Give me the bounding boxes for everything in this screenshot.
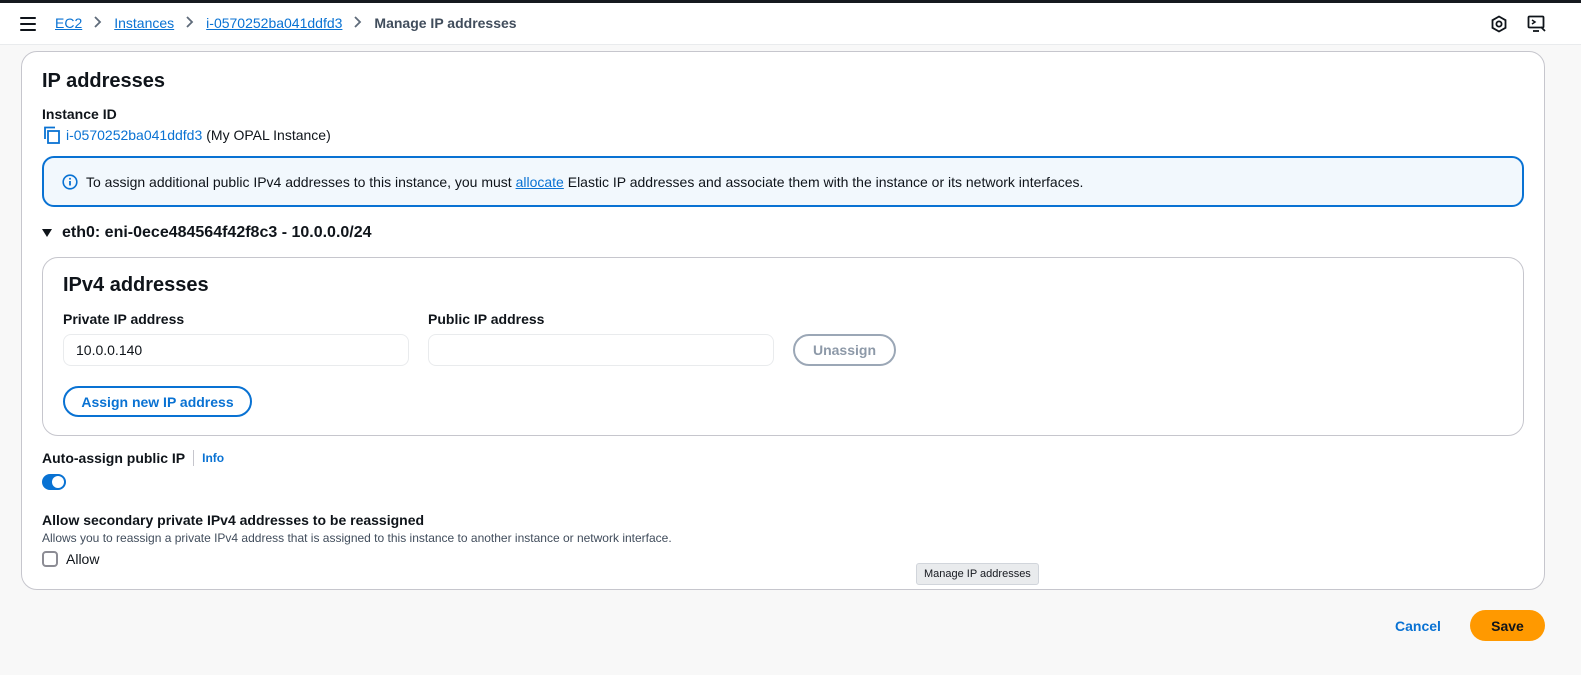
toggle-knob bbox=[52, 476, 64, 488]
ip-addresses-panel: IP addresses Instance ID i-0570252ba041d… bbox=[21, 51, 1545, 590]
divider bbox=[193, 450, 195, 466]
tooltip: Manage IP addresses bbox=[916, 563, 1039, 585]
allow-checkbox-row[interactable]: Allow bbox=[42, 551, 99, 567]
assign-new-ip-button[interactable]: Assign new IP address bbox=[63, 386, 252, 417]
allow-label: Allow bbox=[66, 551, 100, 567]
settings-hexagon-icon[interactable] bbox=[1490, 15, 1510, 35]
instance-id-row: i-0570252ba041ddfd3 (My OPAL Instance) bbox=[42, 125, 331, 145]
auto-assign-toggle[interactable] bbox=[42, 474, 66, 490]
breadcrumb-ec2[interactable]: EC2 bbox=[55, 15, 82, 31]
top-navigation-bar: EC2 Instances i-0570252ba041ddfd3 Manage… bbox=[0, 3, 1581, 45]
breadcrumb-instance-id[interactable]: i-0570252ba041ddfd3 bbox=[206, 15, 342, 31]
chevron-right-icon bbox=[94, 15, 102, 31]
instance-name: (My OPAL Instance) bbox=[206, 127, 331, 143]
public-ip-label: Public IP address bbox=[428, 311, 545, 327]
auto-assign-label-row: Auto-assign public IP Info bbox=[42, 450, 224, 466]
public-ip-input[interactable] bbox=[428, 334, 774, 366]
alert-text-after: Elastic IP addresses and associate them … bbox=[567, 173, 1084, 190]
display-icon[interactable] bbox=[1527, 15, 1547, 35]
info-link[interactable]: Info bbox=[202, 451, 224, 465]
alert-text-before: To assign additional public IPv4 address… bbox=[86, 173, 512, 190]
info-circle-icon bbox=[62, 173, 78, 190]
secondary-ip-title: Allow secondary private IPv4 addresses t… bbox=[42, 512, 425, 528]
private-ip-label: Private IP address bbox=[63, 311, 185, 327]
eth0-title: eth0: eni-0ece484564f42f8c3 - 10.0.0.0/2… bbox=[62, 224, 372, 241]
panel-title: IP addresses bbox=[42, 70, 166, 92]
chevron-right-icon bbox=[354, 15, 362, 31]
ipv4-title: IPv4 addresses bbox=[63, 274, 209, 296]
breadcrumb: EC2 Instances i-0570252ba041ddfd3 Manage… bbox=[55, 15, 517, 31]
instance-id-link[interactable]: i-0570252ba041ddfd3 bbox=[66, 127, 202, 143]
cancel-button[interactable]: Cancel bbox=[1384, 610, 1452, 641]
allow-checkbox[interactable] bbox=[42, 551, 58, 567]
breadcrumb-instances[interactable]: Instances bbox=[114, 15, 174, 31]
allocate-link[interactable]: allocate bbox=[516, 174, 564, 190]
info-alert: To assign additional public IPv4 address… bbox=[42, 156, 1524, 207]
eth0-expand-toggle[interactable]: eth0: eni-0ece484564f42f8c3 - 10.0.0.0/2… bbox=[42, 224, 372, 242]
ipv4-addresses-box: IPv4 addresses Private IP address Public… bbox=[42, 257, 1524, 436]
caret-down-icon bbox=[42, 229, 52, 237]
private-ip-input[interactable] bbox=[63, 334, 409, 366]
menu-icon[interactable] bbox=[20, 17, 36, 31]
copy-icon[interactable] bbox=[42, 125, 62, 145]
save-button[interactable]: Save bbox=[1470, 610, 1545, 641]
secondary-ip-description: Allows you to reassign a private IPv4 ad… bbox=[42, 531, 672, 545]
auto-assign-label: Auto-assign public IP bbox=[42, 450, 186, 466]
chevron-right-icon bbox=[186, 15, 194, 31]
breadcrumb-current: Manage IP addresses bbox=[374, 15, 517, 31]
instance-id-label: Instance ID bbox=[42, 106, 117, 122]
unassign-button[interactable]: Unassign bbox=[793, 334, 896, 366]
